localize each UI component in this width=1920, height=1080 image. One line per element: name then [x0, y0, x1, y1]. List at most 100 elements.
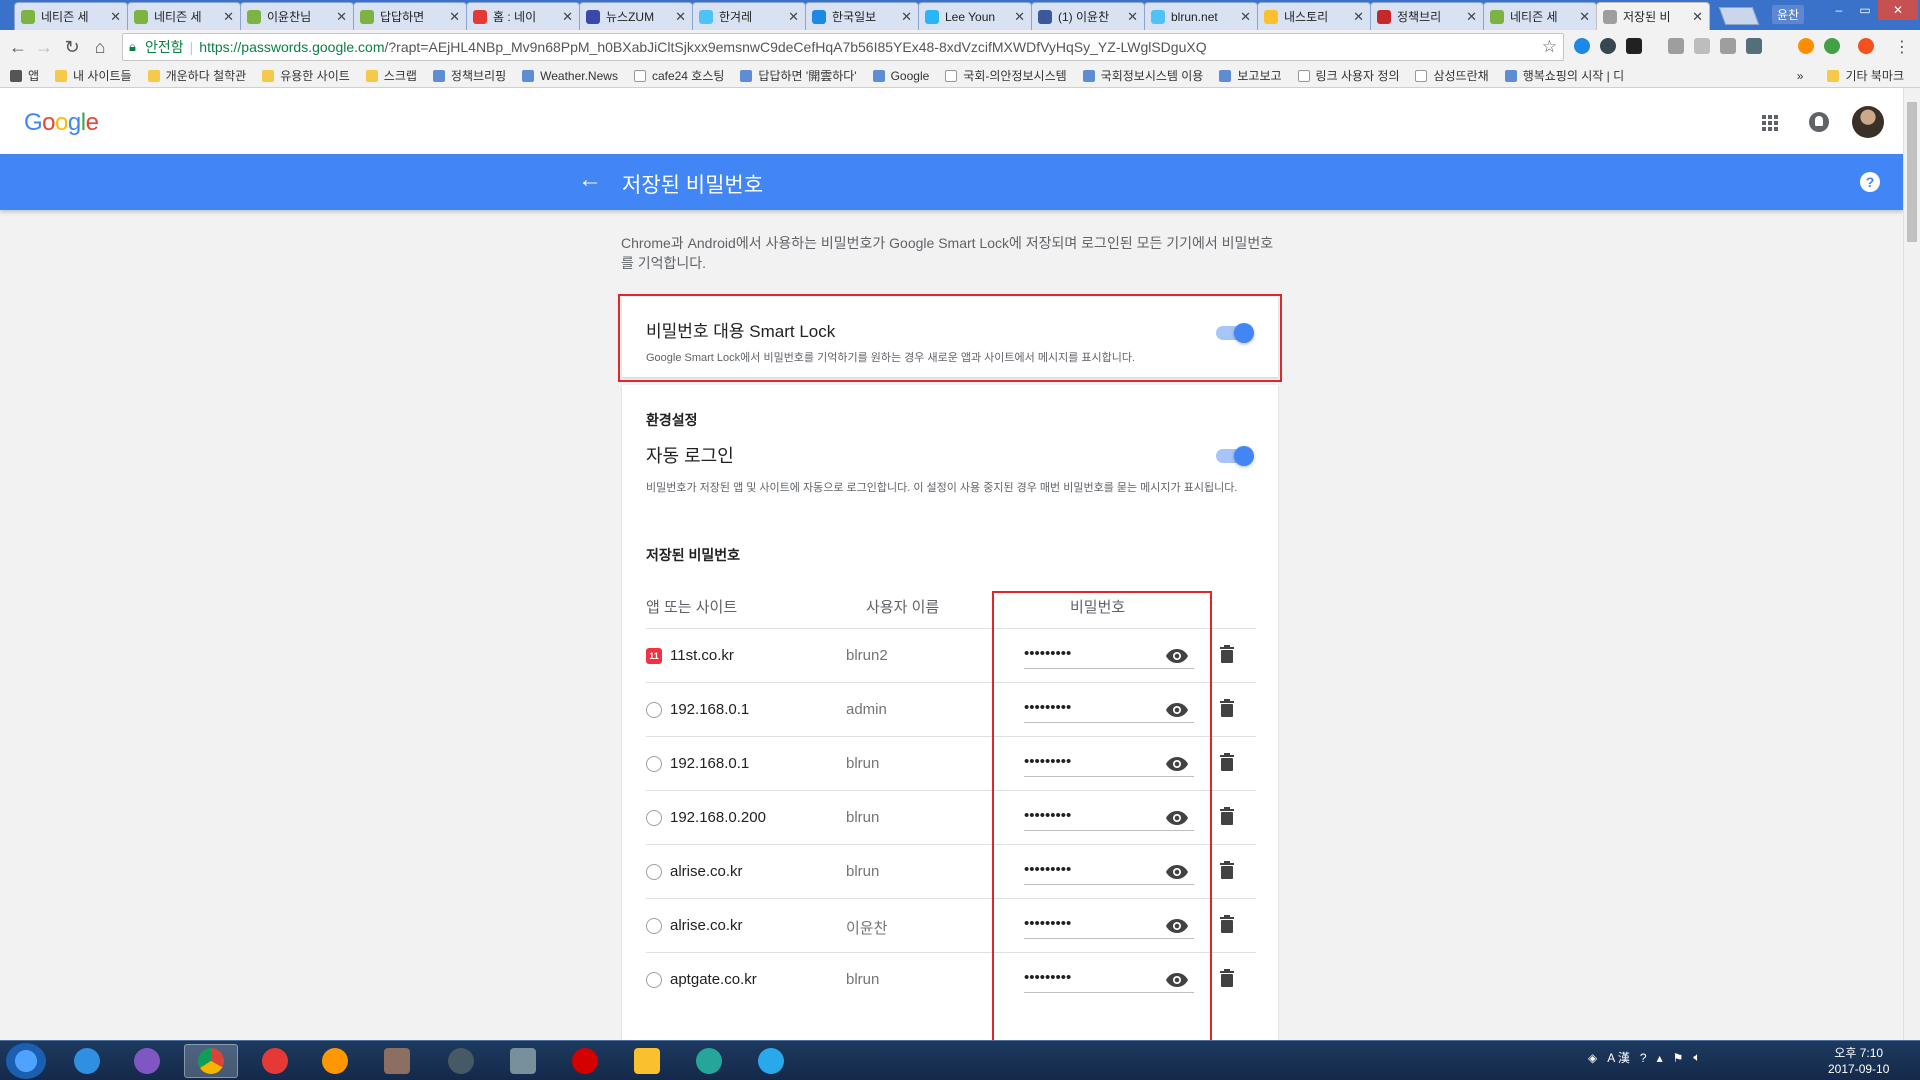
app-icon[interactable] — [370, 1044, 424, 1078]
new-tab-button[interactable] — [1718, 7, 1760, 25]
apps-grid-icon[interactable] — [1762, 115, 1778, 131]
browser-tab[interactable]: 정책브리 ✕ — [1370, 2, 1484, 30]
network-icon[interactable]: ▴ — [1657, 1051, 1663, 1065]
delete-icon[interactable] — [1220, 753, 1234, 771]
delete-icon[interactable] — [1220, 699, 1234, 717]
browser-tab[interactable]: 이윤찬님 ✕ — [240, 2, 354, 30]
firefox-icon[interactable] — [308, 1044, 362, 1078]
flag-icon[interactable]: ⚑ — [1673, 1051, 1684, 1065]
browser-tab[interactable]: 한국일보 ✕ — [805, 2, 919, 30]
bookmark-item[interactable]: 삼성뜨란채 — [1415, 67, 1489, 84]
extension-icon[interactable] — [1694, 38, 1710, 54]
delete-icon[interactable] — [1220, 915, 1234, 933]
browser-tab[interactable]: 네티즌 세 ✕ — [127, 2, 241, 30]
delete-icon[interactable] — [1220, 969, 1234, 987]
bookmark-item[interactable]: » — [1797, 69, 1804, 83]
tab-close-icon[interactable]: ✕ — [1692, 9, 1703, 25]
browser-tab[interactable]: 답답하면 ✕ — [353, 2, 467, 30]
bookmark-folder[interactable]: 개운하다 철학관 — [147, 67, 246, 84]
chrome-icon[interactable] — [184, 1044, 238, 1078]
tab-close-icon[interactable]: ✕ — [1127, 9, 1138, 25]
help-icon[interactable]: ? — [1860, 172, 1880, 192]
tab-close-icon[interactable]: ✕ — [1466, 9, 1477, 25]
extension-icon[interactable] — [1720, 38, 1736, 54]
home-icon[interactable]: ⌂ — [88, 35, 112, 59]
bookmark-folder[interactable]: 기타 북마크 — [1827, 67, 1904, 84]
ie-icon[interactable] — [60, 1044, 114, 1078]
browser-tab[interactable]: blrun.net ✕ — [1144, 2, 1258, 30]
minimize-icon[interactable]: – — [1826, 0, 1852, 20]
delete-icon[interactable] — [1220, 861, 1234, 879]
app-icon[interactable] — [496, 1044, 550, 1078]
tab-close-icon[interactable]: ✕ — [1240, 9, 1251, 25]
bookmark-item[interactable]: Google — [872, 69, 929, 83]
delete-icon[interactable] — [1220, 807, 1234, 825]
shield-icon[interactable]: ◈ — [1588, 1051, 1597, 1065]
avatar[interactable] — [1852, 106, 1884, 138]
clock[interactable]: 오후 7:10 2017-09-10 — [1828, 1045, 1889, 1077]
bookmark-item[interactable]: 보고보고 — [1219, 67, 1282, 84]
browser-tab[interactable]: 저장된 비 ✕ — [1596, 2, 1710, 30]
start-button[interactable] — [6, 1043, 46, 1079]
menu-icon[interactable]: ⋮ — [1890, 35, 1914, 59]
extension-icon[interactable] — [1858, 38, 1874, 54]
browser-tab[interactable]: 네티즌 세 ✕ — [14, 2, 128, 30]
tab-close-icon[interactable]: ✕ — [901, 9, 912, 25]
tab-close-icon[interactable]: ✕ — [1014, 9, 1025, 25]
tab-close-icon[interactable]: ✕ — [1353, 9, 1364, 25]
tab-close-icon[interactable]: ✕ — [223, 9, 234, 25]
profile-name[interactable]: 윤찬 — [1772, 5, 1805, 24]
tab-close-icon[interactable]: ✕ — [788, 9, 799, 25]
maximize-icon[interactable]: ▭ — [1852, 0, 1878, 20]
record-icon[interactable] — [558, 1044, 612, 1078]
extension-icon[interactable] — [1824, 38, 1840, 54]
app-icon[interactable] — [682, 1044, 736, 1078]
browser-tab[interactable]: 한겨레 ✕ — [692, 2, 806, 30]
ime-indicator[interactable]: A 漢 — [1607, 1049, 1630, 1066]
browser-tab[interactable]: 네티즌 세 ✕ — [1483, 2, 1597, 30]
delete-icon[interactable] — [1220, 645, 1234, 663]
tab-close-icon[interactable]: ✕ — [1579, 9, 1590, 25]
bookmark-item[interactable]: 행복쇼핑의 시작 | 디 — [1504, 67, 1624, 84]
bookmark-item[interactable]: 국회-의안정보시스템 — [945, 67, 1067, 84]
explorer-icon[interactable] — [620, 1044, 674, 1078]
scroll-thumb[interactable] — [1907, 102, 1917, 242]
app-icon[interactable] — [120, 1044, 174, 1078]
notifications-icon[interactable] — [1809, 112, 1829, 132]
page-scrollbar[interactable] — [1903, 88, 1920, 1040]
tab-close-icon[interactable]: ✕ — [562, 9, 573, 25]
browser-tab[interactable]: (1) 이윤찬 ✕ — [1031, 2, 1145, 30]
forward-icon[interactable]: → — [32, 35, 56, 59]
close-window-icon[interactable]: ✕ — [1878, 0, 1918, 20]
extension-icon[interactable] — [1626, 38, 1642, 54]
app-icon[interactable] — [434, 1044, 488, 1078]
tab-close-icon[interactable]: ✕ — [336, 9, 347, 25]
bookmark-star-icon[interactable]: ☆ — [1542, 37, 1557, 57]
bookmark-item[interactable]: 답답하면 '開雲하다' — [740, 67, 857, 84]
tab-close-icon[interactable]: ✕ — [449, 9, 460, 25]
bookmark-item[interactable]: 링크 사용자 정의 — [1297, 67, 1399, 84]
back-arrow-icon[interactable]: ← — [578, 166, 602, 194]
extension-icon[interactable] — [1574, 38, 1590, 54]
bookmark-item[interactable]: 정책브리핑 — [432, 67, 506, 84]
google-logo[interactable]: Google — [24, 109, 99, 137]
bookmark-item[interactable]: 국회정보시스템 이용 — [1082, 67, 1203, 84]
telegram-icon[interactable] — [744, 1044, 798, 1078]
extension-icon[interactable] — [1746, 38, 1762, 54]
reload-icon[interactable]: ↻ — [60, 35, 84, 59]
tab-close-icon[interactable]: ✕ — [110, 9, 121, 25]
bookmark-item[interactable]: Weather.News — [522, 69, 618, 83]
volume-icon[interactable]: 🔈︎ — [1693, 1050, 1700, 1065]
extension-icon[interactable] — [1668, 38, 1684, 54]
bookmark-folder[interactable]: 내 사이트들 — [55, 67, 132, 84]
tab-close-icon[interactable]: ✕ — [675, 9, 686, 25]
bookmark-item[interactable]: cafe24 호스팅 — [633, 67, 724, 84]
opera-icon[interactable] — [248, 1044, 302, 1078]
extension-icon[interactable] — [1798, 38, 1814, 54]
extension-icon[interactable] — [1600, 38, 1616, 54]
autologin-toggle[interactable] — [1216, 446, 1254, 466]
bookmark-folder[interactable]: 스크랩 — [365, 67, 417, 84]
help-tray-icon[interactable]: ? — [1640, 1051, 1647, 1065]
back-icon[interactable]: ← — [6, 35, 30, 59]
browser-tab[interactable]: 뉴스ZUM ✕ — [579, 2, 693, 30]
